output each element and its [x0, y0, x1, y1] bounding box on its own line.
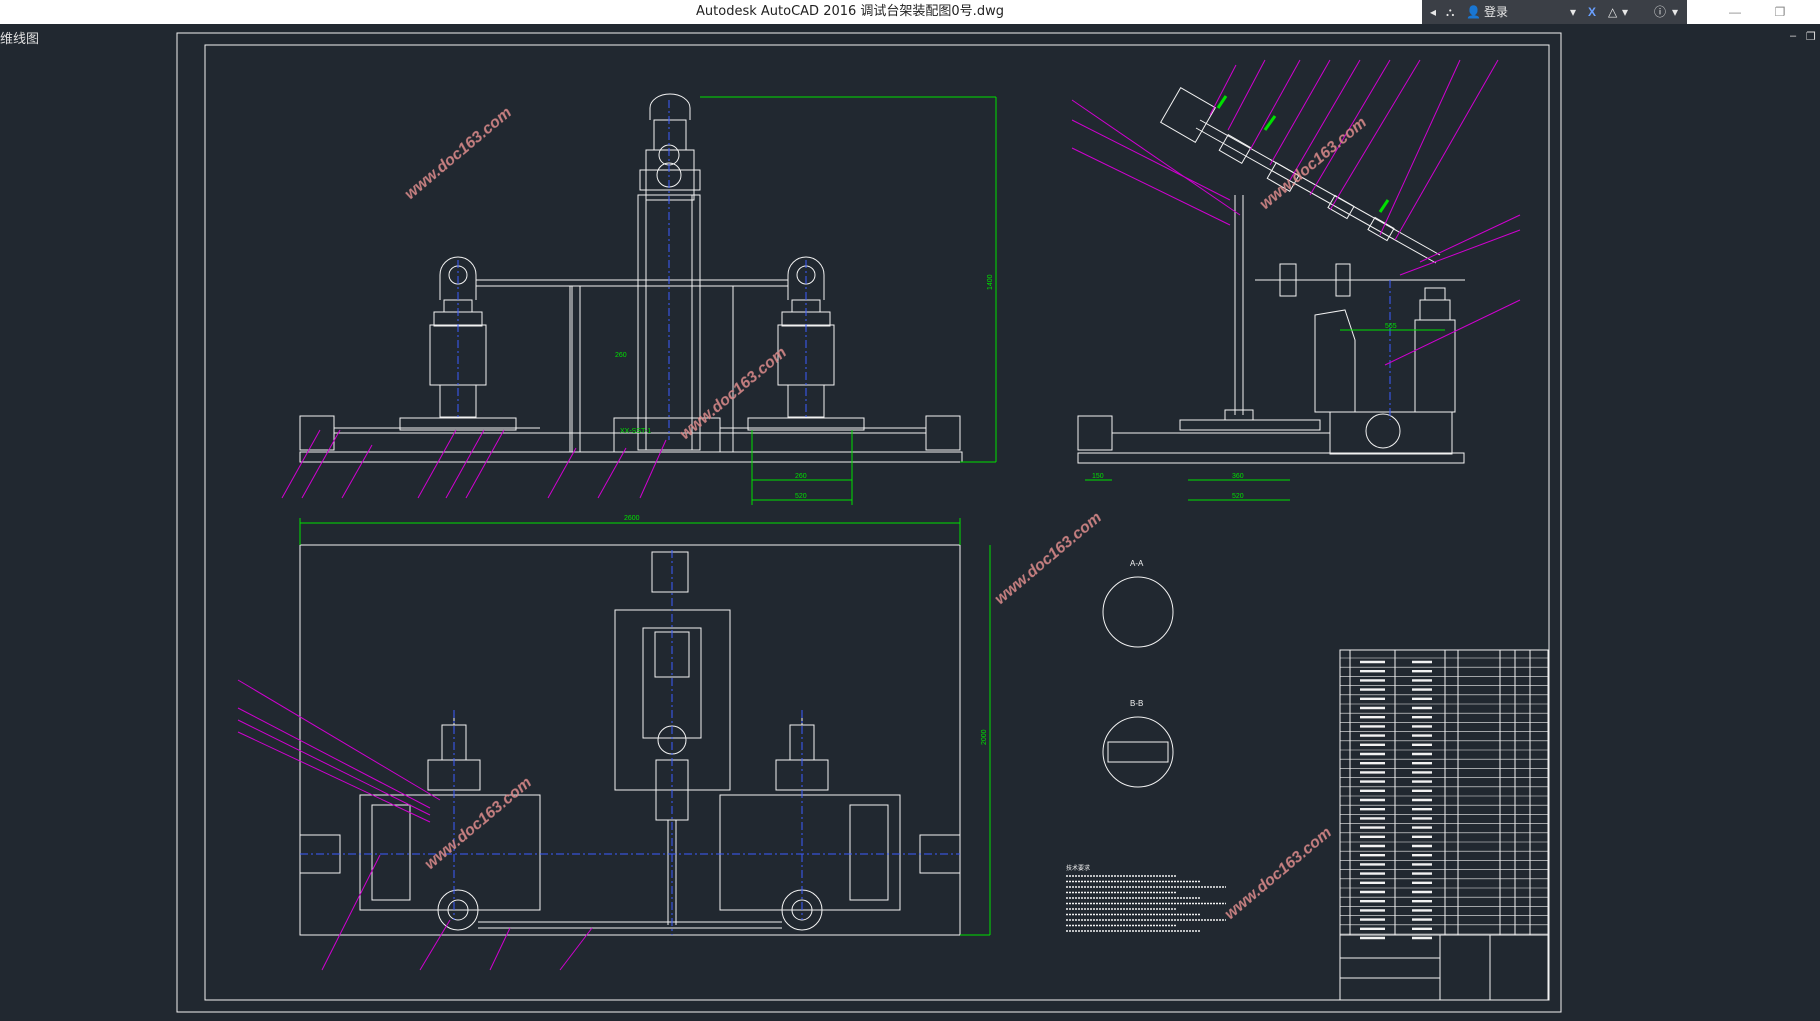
dim-front-small: 260 [615, 352, 627, 359]
front-view [299, 93, 963, 463]
dim-front-1: 260 [795, 473, 807, 480]
bom-table [1339, 649, 1549, 1001]
svg-text:www.doc163.com: www.doc163.com [1257, 114, 1370, 213]
section-label-a: A-A [1130, 559, 1144, 568]
notes-title: 技术要求 [1066, 864, 1090, 872]
dim-side-2: 360 [1232, 473, 1244, 480]
dim-front-2: 520 [795, 493, 807, 500]
section-labels: A-A B-B [1130, 559, 1144, 708]
center-lines [300, 100, 1391, 935]
dim-top-height: 2000 [981, 729, 988, 745]
watermarks: www.doc163.com www.doc163.com www.doc163… [402, 104, 1370, 923]
section-detail-b [1102, 716, 1174, 788]
side-markers [1216, 95, 1390, 213]
section-detail-a [1102, 576, 1174, 648]
dim-top-width: 2600 [624, 515, 640, 522]
drawing-canvas[interactable]: 1400 260 520 150 360 520 565 2600 2000 2… [0, 0, 1820, 1021]
svg-text:www.doc163.com: www.doc163.com [402, 104, 515, 203]
svg-text:www.doc163.com: www.doc163.com [992, 509, 1105, 608]
section-label-b: B-B [1130, 699, 1143, 708]
dim-gear-label: XX-SST-1 [620, 428, 651, 435]
top-view [299, 544, 961, 936]
dim-side-1: 150 [1092, 473, 1104, 480]
svg-text:www.doc163.com: www.doc163.com [422, 774, 535, 873]
technical-notes: 技术要求 [1066, 864, 1090, 872]
svg-text:www.doc163.com: www.doc163.com [1222, 824, 1335, 923]
dimension-texts: 1400 260 520 150 360 520 565 2600 2000 2… [615, 274, 1397, 745]
dim-side-3: 520 [1232, 493, 1244, 500]
dim-front-height: 1400 [987, 274, 994, 290]
dimension-lines [299, 96, 1445, 936]
dim-side-top: 565 [1385, 323, 1397, 330]
